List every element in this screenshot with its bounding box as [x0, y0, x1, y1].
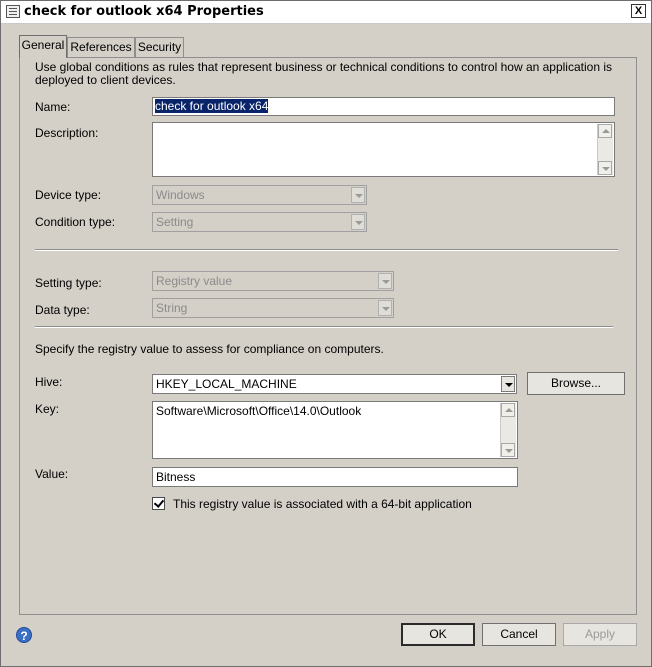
browse-button[interactable]: Browse... [527, 372, 625, 395]
ok-button[interactable]: OK [401, 623, 475, 646]
64bit-checkbox[interactable] [152, 497, 165, 510]
tab-references[interactable]: References [67, 37, 135, 57]
chevron-down-icon[interactable] [501, 376, 515, 392]
description-field[interactable] [152, 122, 615, 177]
device-type-value: Windows [156, 188, 205, 202]
64bit-checkbox-label[interactable]: This registry value is associated with a… [173, 497, 472, 511]
divider [35, 326, 613, 328]
condition-type-label: Condition type: [35, 215, 116, 229]
setting-type-label: Setting type: [35, 276, 102, 290]
value-label: Value: [35, 467, 69, 481]
description-scrollbar[interactable] [597, 124, 613, 175]
value-value: Bitness [156, 470, 196, 484]
divider [35, 249, 618, 251]
tab-general[interactable]: General [19, 35, 67, 58]
key-label: Key: [35, 402, 60, 416]
condition-type-select[interactable]: Setting [152, 212, 367, 232]
name-label: Name: [35, 100, 71, 114]
key-field[interactable]: Software\Microsoft\Office\14.0\Outlook [152, 401, 518, 459]
scroll-up-icon[interactable] [501, 403, 515, 417]
chevron-down-icon[interactable] [378, 273, 392, 289]
data-type-value: String [156, 301, 188, 315]
device-type-select[interactable]: Windows [152, 185, 367, 205]
hive-label: Hive: [35, 375, 63, 389]
chevron-down-icon[interactable] [351, 187, 365, 203]
help-icon[interactable]: ? [16, 627, 32, 643]
chevron-down-icon[interactable] [378, 300, 392, 316]
setting-type-value: Registry value [156, 274, 233, 288]
value-field[interactable]: Bitness [152, 467, 518, 487]
description-hint: Use global conditions as rules that repr… [35, 60, 612, 87]
cancel-button[interactable]: Cancel [482, 623, 556, 646]
name-value: check for outlook x64 [155, 99, 269, 113]
device-type-label: Device type: [35, 188, 102, 202]
window-title: check for outlook x64 Properties [24, 4, 264, 19]
hive-value: HKEY_LOCAL_MACHINE [156, 377, 297, 391]
data-type-select[interactable]: String [152, 298, 394, 318]
registry-hint: Specify the registry value to assess for… [35, 342, 384, 356]
key-value: Software\Microsoft\Office\14.0\Outlook [156, 404, 362, 418]
data-type-label: Data type: [35, 303, 90, 317]
setting-type-select[interactable]: Registry value [152, 271, 394, 291]
name-field[interactable]: check for outlook x64 [152, 97, 615, 116]
tab-security[interactable]: Security [135, 37, 184, 57]
hive-select[interactable]: HKEY_LOCAL_MACHINE [152, 374, 517, 394]
close-button[interactable]: X [631, 4, 646, 18]
scroll-down-icon[interactable] [501, 443, 515, 457]
title-bar: check for outlook x64 Properties X [1, 1, 651, 24]
chevron-down-icon[interactable] [351, 214, 365, 230]
scroll-up-icon[interactable] [598, 124, 612, 138]
properties-icon [6, 5, 20, 18]
apply-button[interactable]: Apply [563, 623, 637, 646]
scroll-down-icon[interactable] [598, 161, 612, 175]
properties-dialog: check for outlook x64 Properties X Gener… [0, 0, 652, 667]
key-scrollbar[interactable] [500, 403, 516, 457]
condition-type-value: Setting [156, 215, 194, 229]
description-label: Description: [35, 126, 99, 140]
